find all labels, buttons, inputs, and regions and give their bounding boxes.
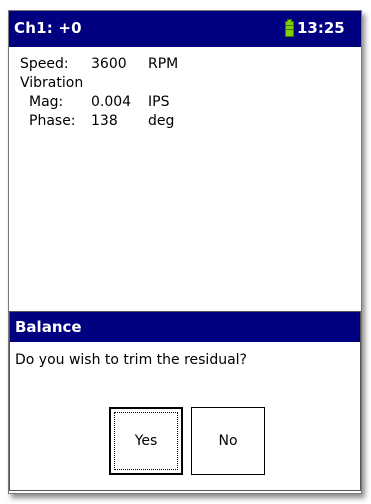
speed-unit: RPM [148, 56, 179, 72]
mag-unit: IPS [148, 94, 170, 110]
mag-label: Mag: [29, 94, 64, 110]
focus-rectangle [114, 412, 178, 470]
dialog-title: Balance [15, 318, 82, 336]
speed-label: Speed: [20, 56, 69, 72]
no-button[interactable]: No [191, 407, 265, 475]
phase-label: Phase: [29, 113, 76, 129]
dialog-title-bar: Balance [10, 312, 360, 342]
vibration-label: Vibration [20, 75, 84, 91]
mag-value: 0.004 [91, 94, 132, 110]
device-frame: Ch1: +0 13:25 Speed: 3600 RPM Vibration … [0, 0, 371, 504]
phase-value: 138 [91, 113, 118, 129]
no-button-label: No [218, 433, 238, 449]
channel-title: Ch1: +0 [14, 19, 82, 37]
title-bar: Ch1: +0 13:25 [9, 11, 361, 47]
clock-time: 13:25 [297, 19, 345, 37]
dialog-message: Do you wish to trim the residual? [15, 352, 247, 368]
device-screen: Ch1: +0 13:25 Speed: 3600 RPM Vibration … [8, 10, 362, 494]
yes-button[interactable]: Yes [109, 407, 183, 475]
speed-value: 3600 [91, 56, 127, 72]
balance-dialog: Balance Do you wish to trim the residual… [9, 311, 361, 491]
phase-unit: deg [148, 113, 175, 129]
battery-icon [285, 19, 294, 37]
